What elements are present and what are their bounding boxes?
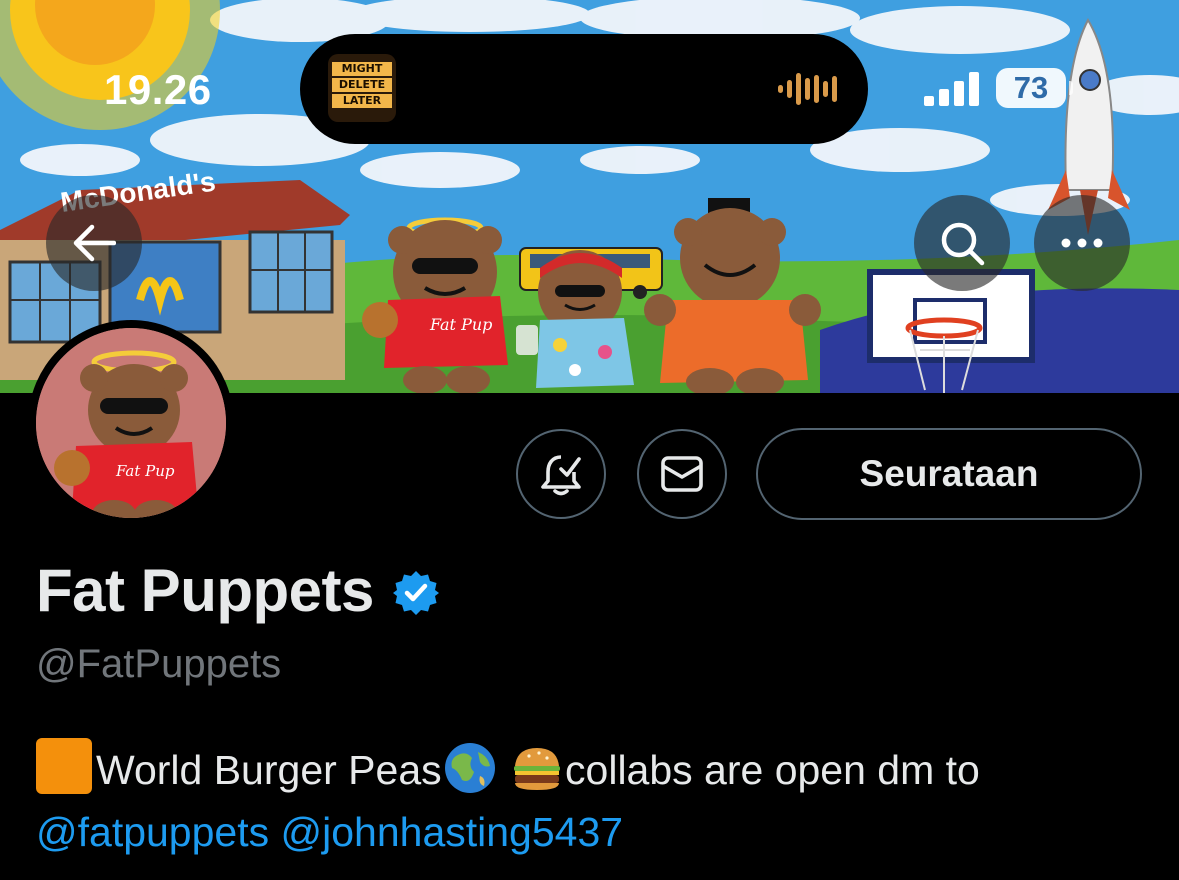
cellular-signal-icon <box>924 72 979 106</box>
bio-mention-link-2[interactable]: @johnhasting5437 <box>281 809 624 855</box>
back-arrow-icon <box>73 224 116 262</box>
svg-text:Fat Pup: Fat Pup <box>115 462 175 480</box>
verified-badge-icon[interactable] <box>392 569 440 617</box>
album-art: MIGHT DELETE LATER <box>328 54 396 122</box>
more-options-button[interactable] <box>1034 195 1130 291</box>
search-icon <box>941 222 985 266</box>
album-line-1: MIGHT <box>332 62 392 76</box>
album-line-3: LATER <box>332 94 392 108</box>
back-button[interactable] <box>46 195 142 291</box>
bio-text-2: collabs are open dm to <box>565 747 980 793</box>
jersey-text: Fat Pup <box>429 315 492 334</box>
envelope-icon <box>661 456 703 492</box>
bell-check-icon <box>541 455 581 496</box>
globe-emoji-icon <box>444 743 495 793</box>
dynamic-island[interactable]: MIGHT DELETE LATER <box>300 34 868 144</box>
message-button[interactable] <box>637 429 727 519</box>
orange-square-emoji-icon <box>36 738 92 794</box>
display-name: Fat Puppets <box>36 557 374 624</box>
profile-bio: World Burger Peas collabs are open dm to… <box>36 738 980 863</box>
name-row: Fat Puppets <box>36 556 440 625</box>
notifications-button[interactable] <box>516 429 606 519</box>
more-icon <box>1061 238 1103 248</box>
search-button[interactable] <box>914 195 1010 291</box>
username-handle: @FatPuppets <box>36 642 282 686</box>
bio-mention-link-1[interactable]: @fatpuppets <box>36 809 269 855</box>
bio-text: World Burger Peas <box>96 747 442 793</box>
status-time: 19.26 <box>104 66 212 113</box>
avatar-image: Fat Pup <box>36 328 226 518</box>
audio-waveform-icon <box>778 73 837 105</box>
battery-indicator: 73 <box>996 68 1073 108</box>
profile-avatar[interactable]: Fat Pup <box>28 320 234 526</box>
burger-emoji-icon <box>514 748 561 790</box>
following-button[interactable]: Seurataan <box>756 428 1142 520</box>
album-line-2: DELETE <box>332 78 392 92</box>
